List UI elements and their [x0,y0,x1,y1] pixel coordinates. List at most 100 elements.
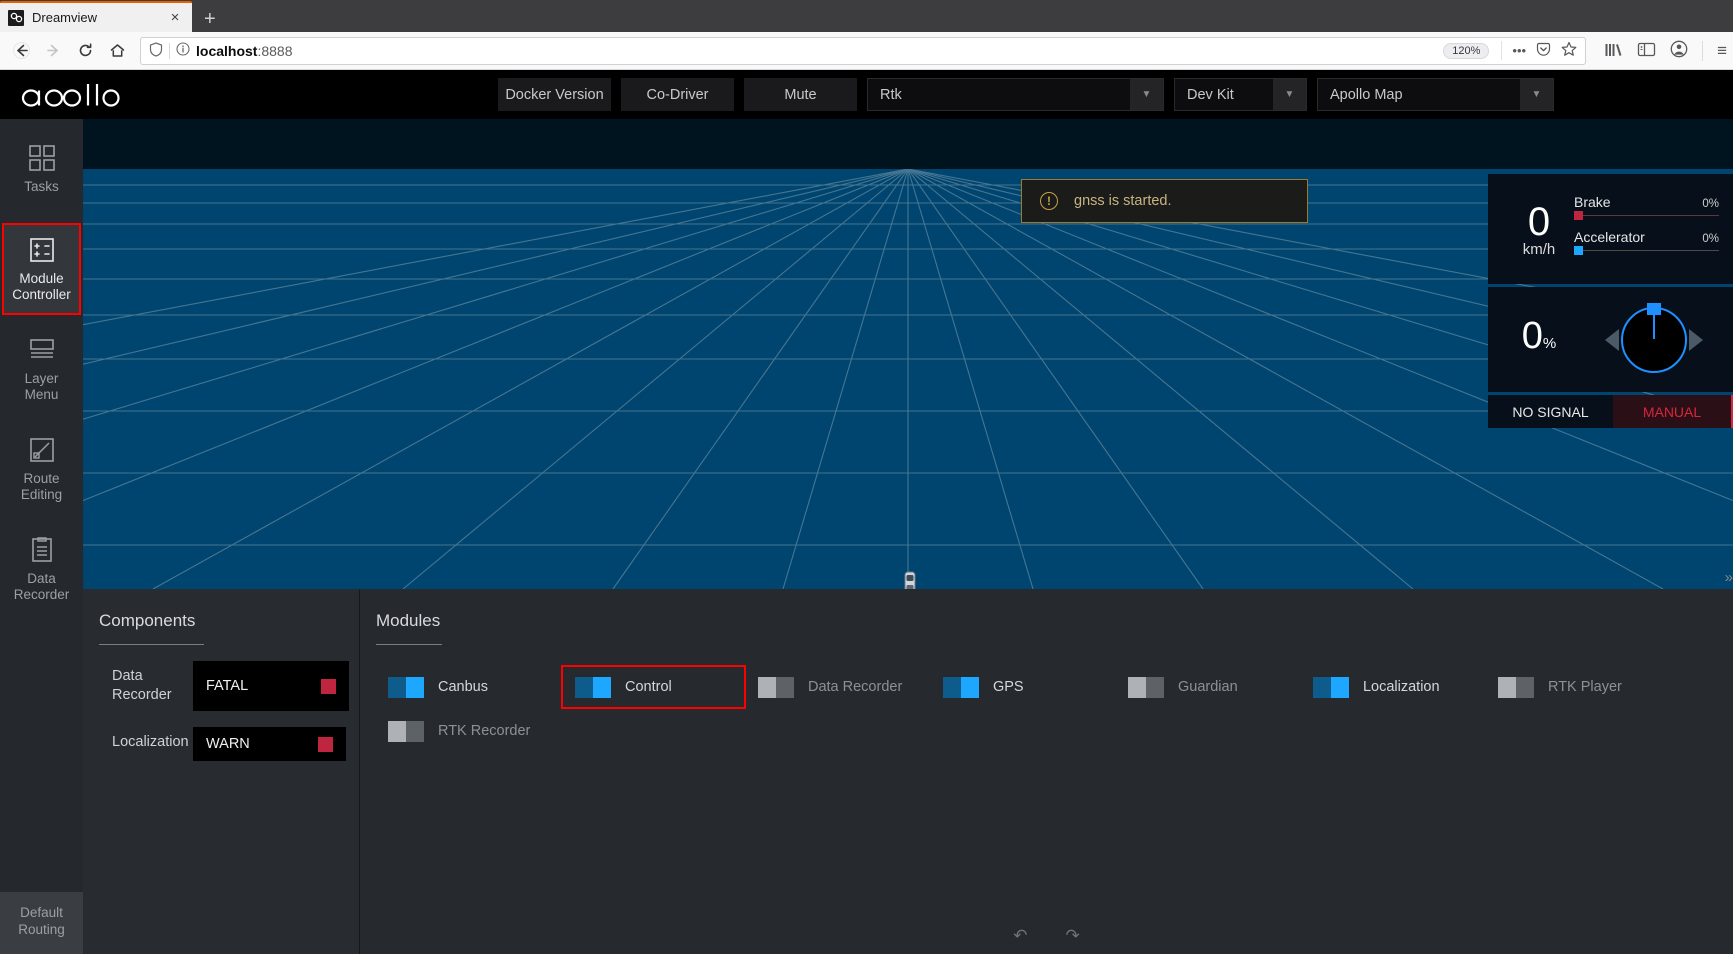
toggle-switch[interactable] [387,676,424,698]
chevron-down-icon[interactable]: ▼ [1520,79,1553,110]
accelerator-percent: 0% [1702,233,1719,245]
component-row: Data Recorder FATAL [83,661,359,711]
redo-icon[interactable]: ↷ [1065,926,1079,946]
bookmark-star-icon[interactable] [1561,41,1577,60]
toggle-switch[interactable] [942,676,979,698]
hamburger-menu-icon[interactable]: ≡ [1717,41,1727,61]
sidebar-item-route-editing[interactable]: Route Editing [0,419,83,519]
more-actions-icon[interactable]: ••• [1512,43,1526,58]
sidebar-item-tasks[interactable]: Tasks [0,119,83,219]
account-icon[interactable] [1670,40,1688,61]
module-toggle-gps[interactable]: GPS [931,665,1116,709]
vehicle-select[interactable]: Dev Kit ▼ [1174,78,1307,111]
new-tab-button[interactable]: + [192,9,228,32]
zoom-level-badge[interactable]: 120% [1443,42,1490,59]
turn-right-icon [1688,328,1703,351]
url-bar[interactable]: localhost:8888 120% ••• [140,36,1587,65]
sidebar-item-data-recorder[interactable]: Data Recorder [0,519,83,619]
components-panel: Components Data Recorder FATAL Localizat… [83,589,359,954]
page-info-icon[interactable] [176,42,190,59]
header-controls: Docker Version Co-Driver Mute Rtk ▼ Dev … [498,70,1554,119]
brake-indicator [1574,211,1583,220]
component-name: Localization [112,734,189,750]
component-status-text: WARN [206,736,250,752]
sidebar-default-routing[interactable]: Default Routing [0,892,83,954]
sidebar-item-label: Data Recorder [13,570,70,602]
module-label: Localization [1362,679,1440,695]
brake-label: Brake [1574,194,1611,210]
rtk-mode-select[interactable]: Rtk ▼ [867,78,1164,111]
modules-title: Modules [375,611,441,630]
module-toggle-guardian[interactable]: Guardian [1116,665,1301,709]
module-toggle-canbus[interactable]: Canbus [376,665,561,709]
module-toggle-rtk-player[interactable]: RTK Player [1486,665,1671,709]
library-icon[interactable] [1604,41,1623,61]
sidebar-item-layer-menu[interactable]: Layer Menu [0,319,83,419]
chevron-down-icon[interactable]: ▼ [1273,79,1306,110]
module-label: Data Recorder [807,679,903,695]
speed-value: 0 [1527,199,1551,244]
drive-mode-badge: MANUAL [1613,395,1733,428]
signal-status-badge: NO SIGNAL [1488,395,1613,428]
notification-toast[interactable]: ! gnss is started. [1021,179,1308,223]
toggle-switch[interactable] [757,676,794,698]
map-select[interactable]: Apollo Map ▼ [1317,78,1554,111]
browser-window: Dreamview × + localhost:8888 120% ••• ≡ … [0,0,1733,954]
status-badges: NO SIGNAL MANUAL [1488,395,1733,428]
module-toggle-control[interactable]: Control [560,665,746,709]
module-toggle-rtk-recorder[interactable]: RTK Recorder [376,709,561,753]
sidebar-item-module-controller[interactable]: Module Controller [2,223,81,315]
collapse-panel-icon[interactable]: » [1725,569,1733,586]
toggle-switch[interactable] [1312,676,1349,698]
throttle-value: 0 [1521,314,1543,357]
components-divider [99,644,204,645]
status-led [318,736,333,752]
module-toggle-data-recorder[interactable]: Data Recorder [746,665,931,709]
reload-icon[interactable] [70,37,100,65]
chevron-down-icon[interactable]: ▼ [1130,79,1163,110]
brake-percent: 0% [1702,198,1719,210]
turn-left-icon [1604,328,1619,351]
forward-icon [38,37,68,65]
mute-button[interactable]: Mute [744,78,857,111]
toggle-switch[interactable] [1497,676,1534,698]
viewport-ground [83,169,1733,589]
toast-message: gnss is started. [1074,193,1172,209]
apollo-logo [20,80,120,110]
module-label: RTK Player [1547,679,1622,695]
speed-card: 0 km/h Brake 0% Accelerator 0% [1488,174,1733,284]
modules-footer: ↶ ↷ [360,926,1733,946]
sidebar-icon[interactable] [1637,41,1656,61]
docker-version-button[interactable]: Docker Version [498,78,611,111]
accelerator-bar [1574,246,1719,255]
apollo-header: Docker Version Co-Driver Mute Rtk ▼ Dev … [0,70,1733,119]
toggle-switch[interactable] [387,720,424,742]
modules-panel: Modules Canbus Control Data Recorder GPS… [358,589,1733,954]
browser-tab-dreamview[interactable]: Dreamview × [0,1,192,32]
sidebar-item-label: Module Controller [12,270,71,302]
shield-icon[interactable] [149,41,163,60]
component-status-box: FATAL [193,661,349,711]
close-icon[interactable]: × [166,9,184,26]
co-driver-button[interactable]: Co-Driver [621,78,734,111]
route-icon [26,436,58,464]
module-toggle-localization[interactable]: Localization [1301,665,1486,709]
throttle-readout: 0% [1504,316,1574,364]
pedal-readouts: Brake 0% Accelerator 0% [1574,194,1733,264]
3d-viewport[interactable]: ! gnss is started. 0 km/h Brake 0% Accel… [83,119,1733,589]
dreamview-app: Docker Version Co-Driver Mute Rtk ▼ Dev … [0,70,1733,954]
url-text[interactable]: localhost:8888 [196,43,1437,59]
pocket-icon[interactable] [1536,42,1551,60]
toggle-switch[interactable] [1127,676,1164,698]
modules-divider [375,644,442,645]
url-port: :8888 [257,42,293,59]
toggle-switch[interactable] [574,676,611,698]
components-title: Components [99,611,196,630]
module-label: RTK Recorder [437,723,531,739]
undo-icon[interactable]: ↶ [1013,926,1027,946]
accelerator-label: Accelerator [1574,229,1645,245]
back-icon[interactable] [6,37,36,65]
module-label: Control [624,679,672,695]
home-icon[interactable] [102,37,132,65]
